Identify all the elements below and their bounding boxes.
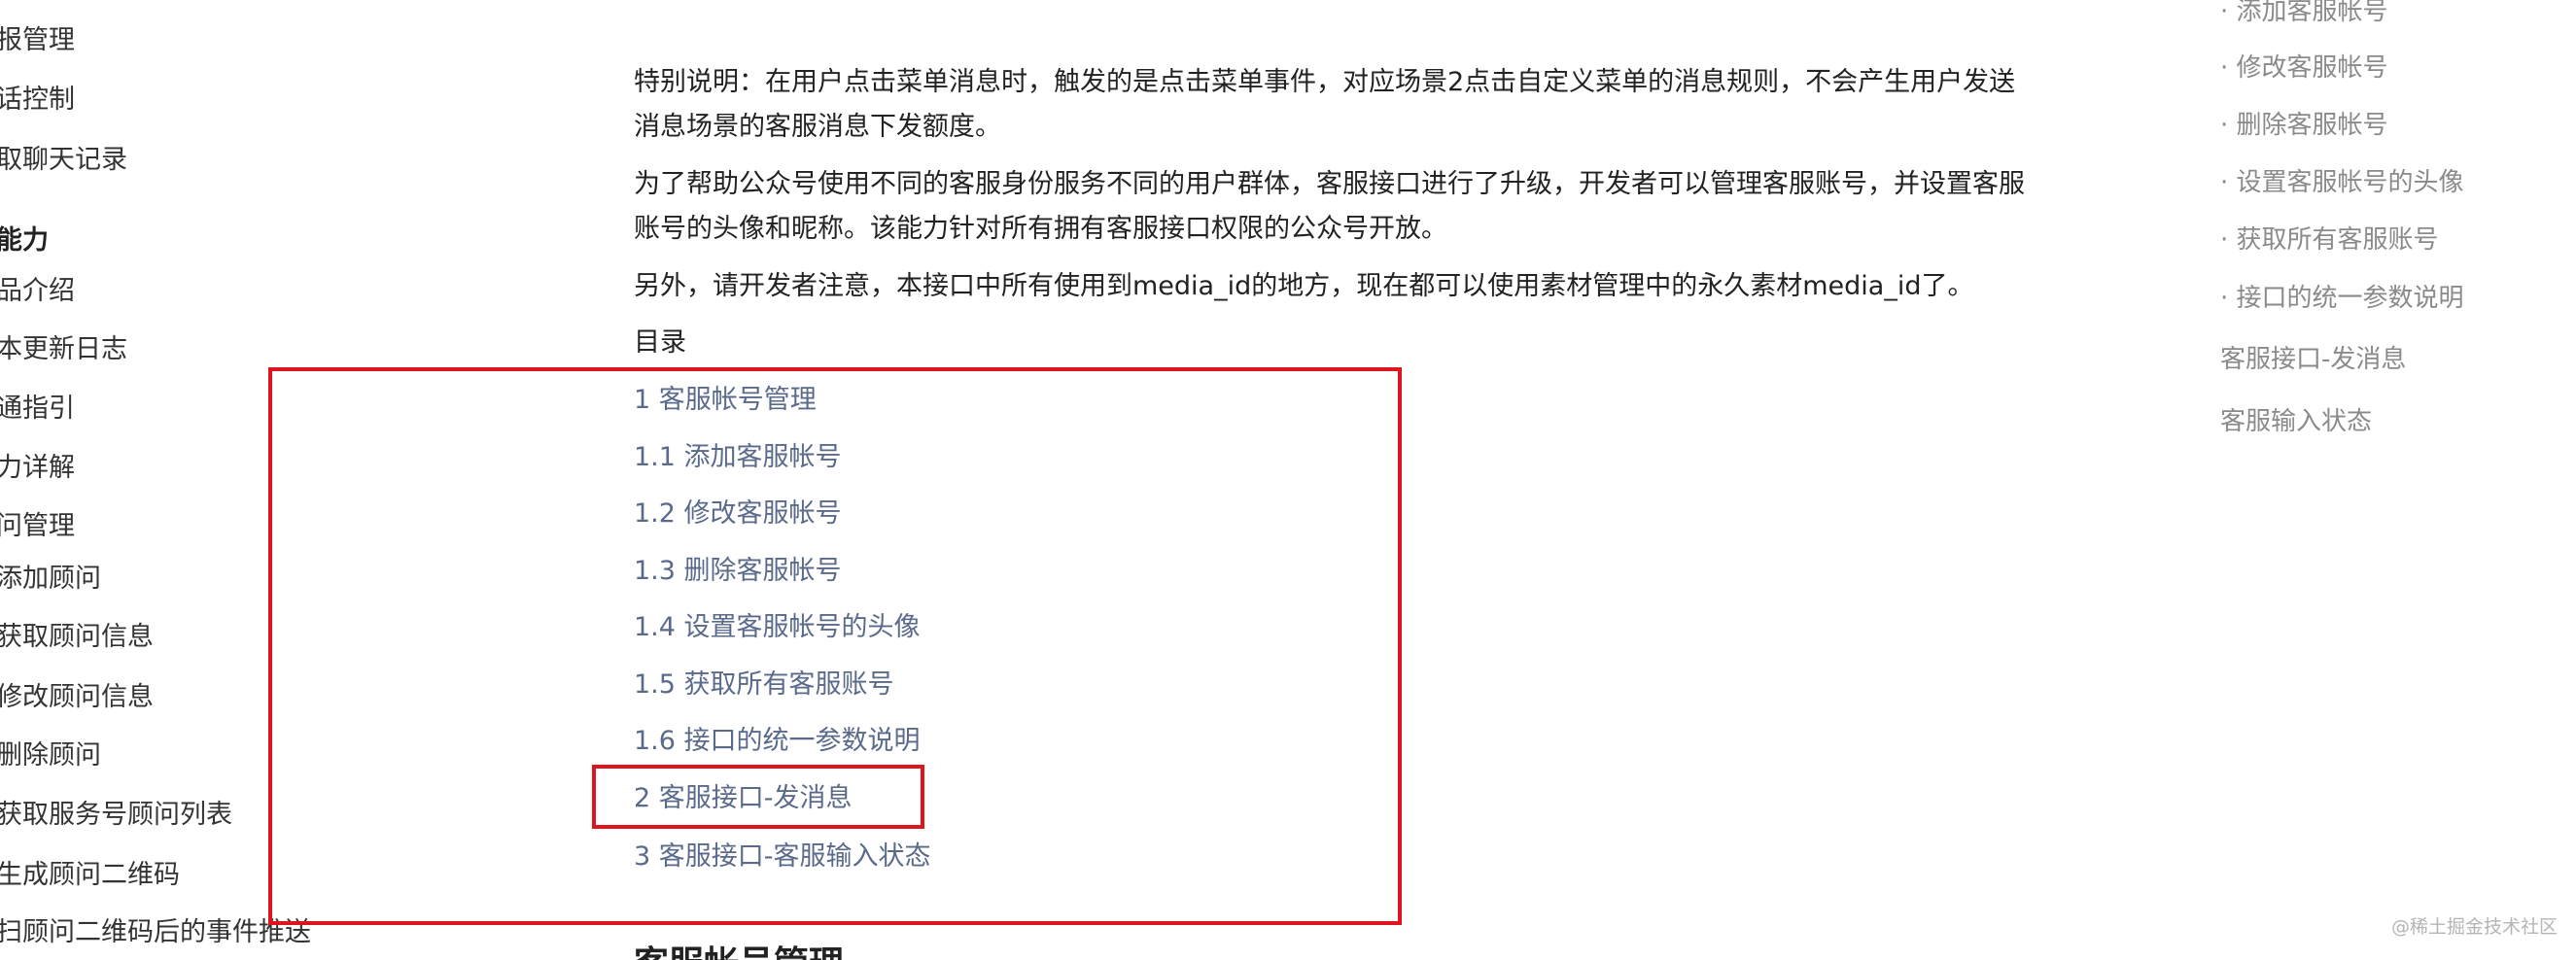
sidebar-item[interactable]: 生成顾问二维码 (0, 858, 180, 893)
sidebar-section-heading: 能力 (0, 225, 49, 256)
paragraph-special-note: 特别说明：在用户点击菜单消息时，触发的是点击菜单事件，对应场景2点击自定义菜单的… (634, 67, 2016, 142)
sidebar-item[interactable]: 修改顾问信息 (0, 680, 154, 715)
sidebar-item[interactable]: 通指引 (0, 392, 75, 427)
outline-item[interactable]: · 设置客服帐号的头像 (2220, 165, 2464, 200)
sidebar-item[interactable]: 力详解 (0, 451, 75, 486)
toc-link[interactable]: 3 客服接口-客服输入状态 (634, 838, 931, 876)
sidebar-item[interactable]: 问管理 (0, 509, 75, 544)
toc-link[interactable]: 1.4 设置客服帐号的头像 (634, 608, 921, 647)
left-sidebar-nav: 报管理 话控制 取聊天记录 能力 品介绍 本更新日志 通指引 力详解 问管理 添… (0, 0, 321, 960)
toc-link[interactable]: 1 客服帐号管理 (634, 381, 817, 420)
page-root: 报管理 话控制 取聊天记录 能力 品介绍 本更新日志 通指引 力详解 问管理 添… (0, 0, 2576, 960)
section-heading: 客服帐号管理 (634, 943, 844, 960)
outline-item[interactable]: · 获取所有客服账号 (2220, 223, 2439, 257)
toc-link[interactable]: 1.2 修改客服帐号 (634, 495, 842, 533)
watermark: @稀土掘金技术社区 (2391, 916, 2559, 938)
toc-link[interactable]: 1.5 获取所有客服账号 (634, 666, 894, 704)
outline-item[interactable]: · 接口的统一参数说明 (2220, 281, 2464, 316)
sidebar-item[interactable]: 获取服务号顾问列表 (0, 798, 232, 833)
sidebar-item[interactable]: 删除顾问 (0, 738, 101, 773)
toc-link[interactable]: 1.3 删除客服帐号 (634, 552, 842, 591)
toc-title: 目录 (634, 327, 686, 358)
paragraph-upgrade-info: 为了帮助公众号使用不同的客服身份服务不同的用户群体，客服接口进行了升级，开发者可… (634, 169, 2025, 244)
sidebar-item[interactable]: 话控制 (0, 83, 75, 118)
sidebar-item[interactable]: 添加顾问 (0, 562, 101, 597)
paragraph-media-id-note: 另外，请开发者注意，本接口中所有使用到media_id的地方，现在都可以使用素材… (634, 271, 1974, 301)
toc-link[interactable]: 1.1 添加客服帐号 (634, 438, 842, 477)
toc-link-send-message[interactable]: 2 客服接口-发消息 (634, 779, 853, 818)
sidebar-item[interactable]: 报管理 (0, 23, 75, 58)
outline-item[interactable]: 客服接口-发消息 (2220, 342, 2406, 377)
toc-link[interactable]: 1.6 接口的统一参数说明 (634, 722, 921, 761)
outline-item[interactable]: · 删除客服帐号 (2220, 108, 2388, 143)
article-content: 特别说明：在用户点击菜单消息时，触发的是点击菜单事件，对应场景2点击自定义菜单的… (634, 0, 2034, 960)
outline-item[interactable]: · 添加客服帐号 (2220, 0, 2388, 29)
outline-item[interactable]: 客服输入状态 (2220, 404, 2372, 439)
sidebar-item[interactable]: 获取顾问信息 (0, 620, 154, 655)
sidebar-item[interactable]: 扫顾问二维码后的事件推送 (0, 915, 311, 950)
sidebar-item[interactable]: 品介绍 (0, 274, 75, 309)
outline-item[interactable]: · 修改客服帐号 (2220, 51, 2388, 86)
sidebar-item[interactable]: 本更新日志 (0, 332, 127, 367)
sidebar-item[interactable]: 取聊天记录 (0, 143, 127, 178)
right-outline-nav: · 添加客服帐号 · 修改客服帐号 · 删除客服帐号 · 设置客服帐号的头像 ·… (2220, 0, 2576, 960)
